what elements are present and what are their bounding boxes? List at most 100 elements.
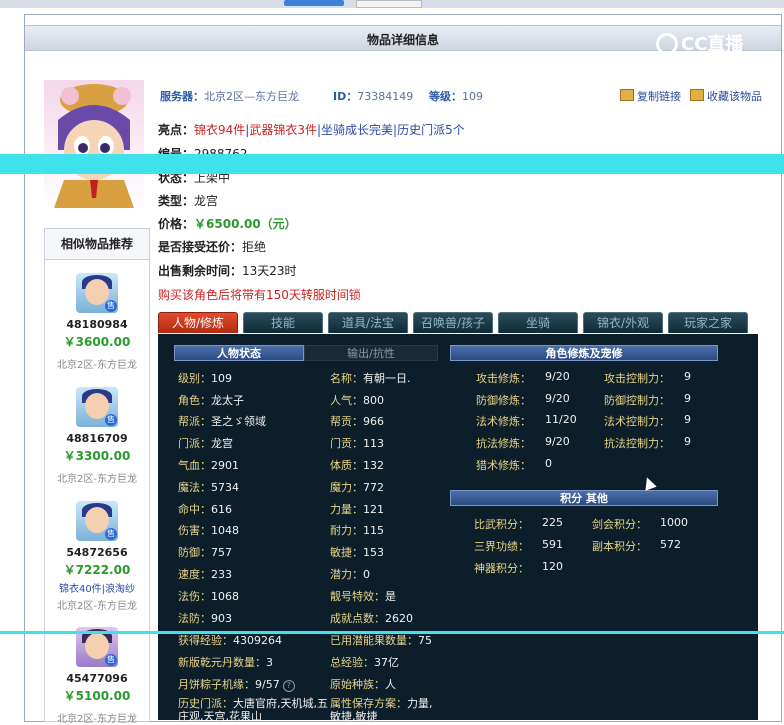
id-value: 73384149 xyxy=(357,90,414,103)
stat-label: 门贡： xyxy=(330,437,363,450)
similar-item-server: 北京2区-东方巨龙 xyxy=(57,474,137,485)
stat-value-cell: 9 xyxy=(684,435,691,448)
stat-label: 防御修炼： xyxy=(476,394,531,407)
stat-label: 魔法： xyxy=(178,481,211,494)
cult-resist: 抗法修炼： xyxy=(476,435,531,451)
stat-label: 攻击控制力： xyxy=(604,372,670,385)
stat-magic-def: 法防：903 xyxy=(178,610,232,626)
stat-special-id: 靓号特效：是 xyxy=(330,588,396,604)
type-value: 龙宫 xyxy=(194,194,219,208)
logo-text: CC直播 xyxy=(681,34,744,55)
stat-value: 772 xyxy=(363,481,384,494)
similar-item-card[interactable]: 售 48180984 ￥3600.00 北京2区-东方巨龙 xyxy=(45,273,149,371)
level-info: 等级：109 xyxy=(429,88,483,104)
stat-label: 神器积分： xyxy=(474,562,529,575)
stat-label: 防御控制力： xyxy=(604,394,670,407)
points-artifact: 神器积分： xyxy=(474,560,529,576)
tab-home[interactable]: 玩家之家 xyxy=(668,312,748,333)
logo-circle-icon xyxy=(656,33,678,55)
stat-agility: 敏捷：153 xyxy=(330,544,384,560)
tab-outfits[interactable]: 锦衣/外观 xyxy=(583,312,663,333)
stat-label: 猎术修炼： xyxy=(476,459,531,472)
tab-items[interactable]: 道具/法宝 xyxy=(328,312,408,333)
similar-item-id: 54872656 xyxy=(66,546,128,559)
highlight-4: 历史门派5个 xyxy=(397,123,465,137)
similar-item-price: ￥5100.00 xyxy=(63,689,131,703)
transfer-lock-notice: 购买该角色后将带有150天转服时间锁 xyxy=(158,288,361,302)
level-label: 等级： xyxy=(429,90,462,103)
similar-item-card[interactable]: 售 48816709 ￥3300.00 北京2区-东方巨龙 xyxy=(45,387,149,485)
blue-top-button[interactable] xyxy=(284,0,344,6)
remaining-row: 出售剩余时间：13天23时 xyxy=(158,262,297,279)
tab-mounts[interactable]: 坐骑 xyxy=(498,312,578,333)
stat-label: 名称： xyxy=(330,372,363,385)
stat-damage: 伤害：1048 xyxy=(178,522,239,538)
copy-icon xyxy=(620,89,634,101)
similar-item-id: 45477096 xyxy=(66,672,128,685)
subheader-points: 积分 其他 xyxy=(450,490,718,506)
stat-value: 109 xyxy=(211,372,232,385)
stat-value: 757 xyxy=(211,546,232,559)
favorite-button[interactable]: 收藏该物品 xyxy=(690,88,762,104)
stat-value-cell: 9 xyxy=(684,392,691,405)
stat-mp: 魔法：5734 xyxy=(178,479,239,495)
type-row: 类型：龙宫 xyxy=(158,192,218,209)
stat-label: 原始种族： xyxy=(330,678,385,691)
stat-label: 命中： xyxy=(178,503,211,516)
stat-label: 法术控制力： xyxy=(604,415,670,428)
stat-potential-fruit: 已用潜能果数量：75 xyxy=(330,632,432,648)
stat-label: 角色： xyxy=(178,394,211,407)
favorite-label: 收藏该物品 xyxy=(707,90,762,103)
similar-item-avatar: 售 xyxy=(76,387,118,427)
stat-label: 抗法控制力： xyxy=(604,437,670,450)
stat-guild-contrib: 帮贡：966 xyxy=(330,413,384,429)
remaining-label: 出售剩余时间： xyxy=(158,264,243,278)
sale-badge: 售 xyxy=(105,654,117,666)
similar-item-card[interactable]: 售 54872656 ￥7222.00 锦衣40件|浪淘纱 北京2区-东方巨龙 xyxy=(45,501,149,612)
id-info: ID：73384149 xyxy=(333,88,413,104)
subtab-output[interactable]: 输出/抗性 xyxy=(304,345,438,361)
tab-character[interactable]: 人物/修炼 xyxy=(158,312,238,333)
stat-qianyuan: 新版乾元丹数量：3 xyxy=(178,654,273,670)
tab-summons[interactable]: 召唤兽/孩子 xyxy=(413,312,493,333)
stat-label: 帮贡： xyxy=(330,415,363,428)
avatar-part xyxy=(85,393,109,419)
stat-value: 5734 xyxy=(211,481,239,494)
stat-value: 616 xyxy=(211,503,232,516)
stat-value: 4309264 xyxy=(233,634,282,647)
similar-item-server: 北京2区-东方巨龙 xyxy=(57,601,137,612)
white-top-button[interactable] xyxy=(356,0,422,8)
stat-label: 伤害： xyxy=(178,524,211,537)
stat-label: 新版乾元丹数量： xyxy=(178,656,266,669)
dragon-prince-portrait-icon xyxy=(54,84,134,208)
similar-item-card[interactable]: 售 45477096 ￥5100.00 北京2区-东方巨龙 xyxy=(45,627,149,725)
stat-guild: 帮派：圣之ゞ领域 xyxy=(178,413,266,429)
stat-label: 力量： xyxy=(330,503,363,516)
stat-value: 2901 xyxy=(211,459,239,472)
stat-role: 角色：龙太子 xyxy=(178,392,244,408)
similar-items-sidebar: 相似物品推荐 售 48180984 ￥3600.00 北京2区-东方巨龙 售 4… xyxy=(44,228,150,725)
similar-items-title: 相似物品推荐 xyxy=(45,229,149,260)
stat-value: 9/57 xyxy=(255,678,280,691)
copy-link-button[interactable]: 复制链接 xyxy=(620,88,681,104)
stat-value-cell: 591 xyxy=(542,538,563,551)
stat-value-cell: 9/20 xyxy=(545,370,570,383)
stat-value-cell: 9/20 xyxy=(545,435,570,448)
stat-label: 速度： xyxy=(178,568,211,581)
stat-value: 圣之ゞ领域 xyxy=(211,415,266,428)
stat-label: 法术修炼： xyxy=(476,415,531,428)
stat-label: 门派： xyxy=(178,437,211,450)
subheader-cultivation: 角色修炼及宠修 xyxy=(450,345,718,361)
stat-label: 防御： xyxy=(178,546,211,559)
stat-label: 属性保存方案： xyxy=(330,697,407,710)
stat-value: 龙太子 xyxy=(211,394,244,407)
similar-item-id: 48816709 xyxy=(66,432,128,445)
subtab-status[interactable]: 人物状态 xyxy=(174,345,304,361)
help-icon[interactable]: ? xyxy=(282,680,295,692)
stat-mooncake: 月饼粽子机缘：9/57? xyxy=(178,676,295,692)
tab-skills[interactable]: 技能 xyxy=(243,312,323,333)
stat-value-cell: 120 xyxy=(542,560,563,573)
highlights-row: 亮点：锦衣94件|武器锦衣3件|坐骑成长完美|历史门派5个 xyxy=(158,121,465,138)
cult-hunt: 猎术修炼： xyxy=(476,457,531,473)
stat-value-cell: 572 xyxy=(660,538,681,551)
